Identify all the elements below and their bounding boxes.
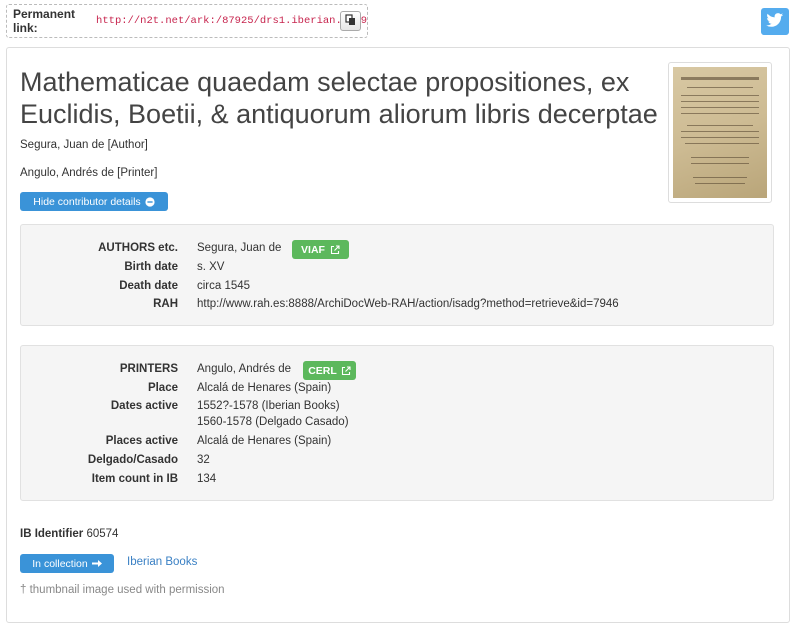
authors-panel: AUTHORS etc. Segura, Juan de VIAF Birth … xyxy=(20,224,774,326)
authors-key: AUTHORS etc. xyxy=(98,242,178,254)
cerl-label: CERL xyxy=(308,364,337,377)
thumbnail-permission-note: † thumbnail image used with permission xyxy=(20,584,225,596)
delgado-casado-value: 32 xyxy=(197,454,210,466)
death-date-value: circa 1545 xyxy=(197,280,251,292)
external-link-icon xyxy=(330,244,340,255)
ib-identifier: IB Identifier 60574 xyxy=(20,528,118,540)
ib-identifier-label: IB Identifier xyxy=(20,528,84,540)
external-link-icon xyxy=(341,365,351,376)
copy-button[interactable] xyxy=(340,11,361,31)
viaf-label: VIAF xyxy=(301,243,325,256)
iberian-books-link[interactable]: Iberian Books xyxy=(127,556,197,568)
birth-date-value: s. XV xyxy=(197,261,225,273)
dates-active-key: Dates active xyxy=(110,400,178,412)
thumbnail-image xyxy=(673,67,767,198)
copy-icon xyxy=(345,13,356,29)
permanent-link-box: Permanent link: http://n2t.net/ark:/8792… xyxy=(6,4,368,38)
record-title: Mathematicae quaedam selectae propositio… xyxy=(20,67,658,129)
place-key: Place xyxy=(147,382,178,394)
place-value: Alcalá de Henares (Spain) xyxy=(197,382,332,394)
hide-contributor-details-label: Hide contributor details xyxy=(33,195,141,208)
death-date-key: Death date xyxy=(119,280,178,292)
permanent-link-url[interactable]: http://n2t.net/ark:/87925/drs1.iberian.9… xyxy=(96,15,367,27)
book-thumbnail[interactable] xyxy=(668,62,772,203)
rah-key: RAH xyxy=(153,298,178,310)
record-card: Mathematicae quaedam selectae propositio… xyxy=(6,47,790,623)
contributor-author: Segura, Juan de [Author] xyxy=(20,139,148,151)
places-active-value: Alcalá de Henares (Spain) xyxy=(197,435,332,447)
hide-contributor-details-button[interactable]: Hide contributor details xyxy=(20,192,168,211)
twitter-icon xyxy=(766,12,784,31)
author-name-link[interactable]: Segura, Juan de xyxy=(197,242,281,254)
minus-circle-icon xyxy=(145,196,155,207)
dates-active-value-2: 1560-1578 (Delgado Casado) xyxy=(197,416,349,428)
cerl-button[interactable]: CERL xyxy=(303,361,356,380)
contributor-printer: Angulo, Andrés de [Printer] xyxy=(20,167,158,179)
in-collection-button[interactable]: In collection xyxy=(20,554,114,573)
permanent-link-label: Permanent link: xyxy=(13,7,76,35)
twitter-share-button[interactable] xyxy=(761,8,789,35)
ib-identifier-value: 60574 xyxy=(86,528,119,540)
delgado-casado-key: Delgado/Casado xyxy=(87,454,178,466)
rah-link[interactable]: http://www.rah.es:8888/ArchiDocWeb-RAH/a… xyxy=(197,298,619,310)
places-active-key: Places active xyxy=(105,435,178,447)
dates-active-value-1: 1552?-1578 (Iberian Books) xyxy=(197,400,340,412)
in-collection-label: In collection xyxy=(32,557,88,570)
item-count-key: Item count in IB xyxy=(91,473,178,485)
printers-key: PRINTERS xyxy=(119,363,178,375)
printer-name-link[interactable]: Angulo, Andrés de xyxy=(197,363,291,375)
birth-date-key: Birth date xyxy=(124,261,178,273)
viaf-button[interactable]: VIAF xyxy=(292,240,349,259)
printers-panel: PRINTERS Angulo, Andrés de CERL Place Al… xyxy=(20,345,774,501)
item-count-value: 134 xyxy=(197,473,217,485)
arrow-right-icon xyxy=(91,559,102,568)
